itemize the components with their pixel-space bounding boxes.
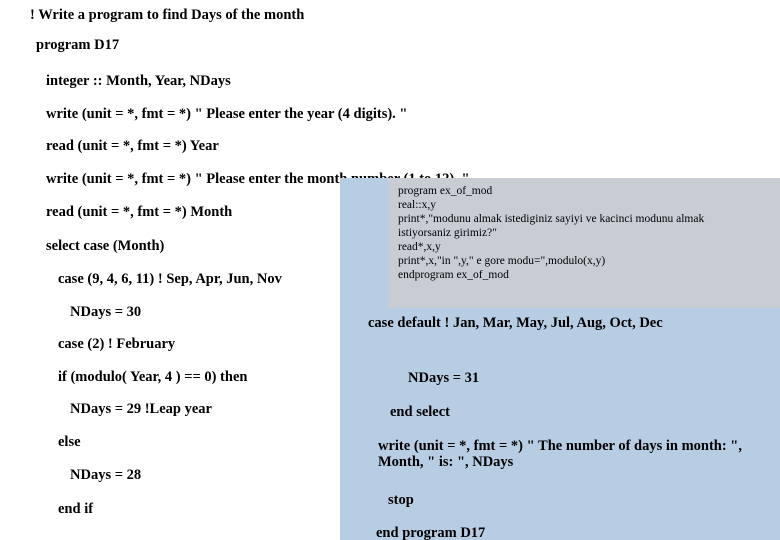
code-line: if (modulo( Year, 4 ) == 0) then	[58, 369, 248, 385]
panel-code-line: write (unit = *, fmt = *) " The number o…	[378, 438, 742, 471]
code-line: else	[58, 434, 81, 450]
panel-code-line: stop	[388, 492, 414, 508]
code-line: program D17	[36, 37, 120, 53]
code-line: read (unit = *, fmt = *) Year	[46, 138, 219, 154]
snippet-code-line: real::x,y	[398, 199, 436, 211]
code-line: case (2) ! February	[58, 336, 176, 352]
code-line: read (unit = *, fmt = *) Month	[46, 204, 233, 220]
code-line: select case (Month)	[46, 238, 165, 254]
snippet-code-line: read*,x,y	[398, 241, 441, 253]
slide-canvas: ! Write a program to find Days of the mo…	[0, 0, 780, 540]
blue-code-panel: program ex_of_modreal::x,yprint*,"modunu…	[340, 178, 780, 540]
code-line: end if	[58, 501, 94, 517]
code-line: NDays = 28	[70, 467, 142, 483]
panel-code-line: end select	[390, 404, 450, 420]
title-comment-line: ! Write a program to find Days of the mo…	[30, 7, 305, 23]
code-line: integer :: Month, Year, NDays	[46, 73, 231, 89]
panel-code-line: case default ! Jan, Mar, May, Jul, Aug, …	[368, 315, 663, 331]
snippet-code-line: print*,"modunu almak istediginiz sayiyi …	[398, 213, 705, 225]
code-line: case (9, 4, 6, 11) ! Sep, Apr, Jun, Nov	[58, 271, 282, 287]
snippet-code-line: program ex_of_mod	[398, 185, 493, 197]
code-line: write (unit = *, fmt = *) " Please enter…	[46, 106, 408, 122]
mod-example-snippet-box: program ex_of_modreal::x,yprint*,"modunu…	[388, 178, 780, 308]
panel-code-line: NDays = 31	[408, 370, 480, 386]
snippet-code-line: print*,x,"in ",y," e gore modu=",modulo(…	[398, 255, 606, 267]
code-line: NDays = 29 !Leap year	[70, 401, 212, 417]
snippet-code-line: istiyorsaniz girimiz?"	[398, 227, 497, 239]
code-line: NDays = 30	[70, 304, 142, 320]
panel-code-line: end program D17	[376, 525, 486, 540]
snippet-code-line: endprogram ex_of_mod	[398, 269, 509, 281]
